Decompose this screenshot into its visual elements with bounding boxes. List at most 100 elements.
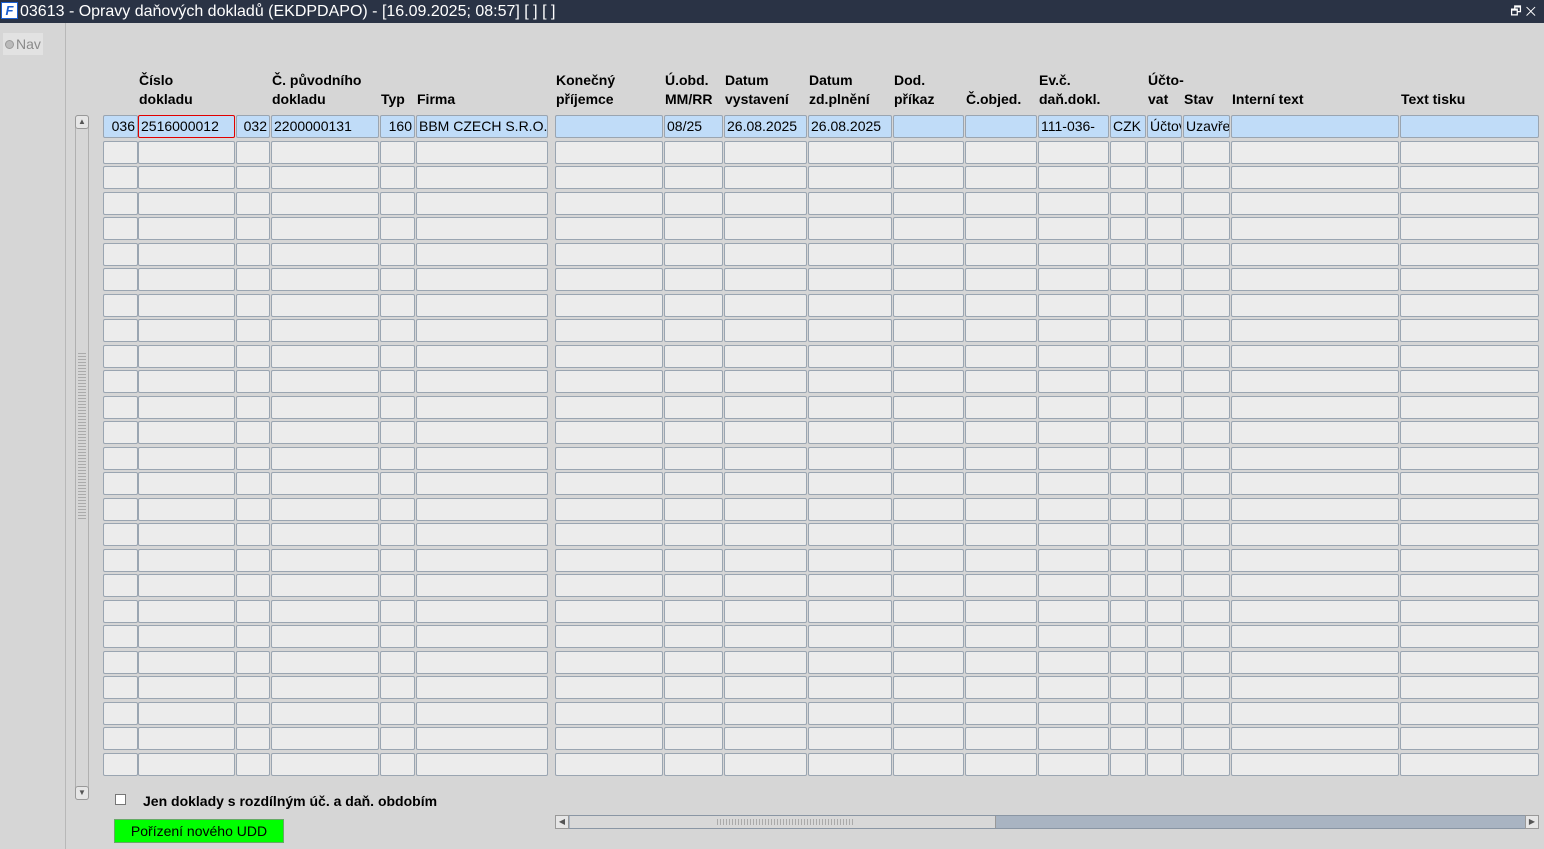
table-cell[interactable] [808, 217, 892, 240]
table-cell[interactable] [555, 472, 663, 495]
table-cell[interactable] [1183, 242, 1230, 266]
table-cell[interactable] [103, 599, 138, 623]
table-cell[interactable] [555, 701, 663, 725]
table-cell[interactable] [555, 727, 663, 750]
table-cell[interactable] [1038, 242, 1109, 266]
table-cell[interactable] [1231, 395, 1399, 419]
table-cell[interactable] [724, 727, 807, 750]
table-cell[interactable] [236, 752, 270, 776]
table-cell[interactable] [965, 370, 1037, 393]
table-cell[interactable] [893, 421, 964, 444]
table-cell[interactable] [1147, 497, 1182, 521]
table-cell[interactable] [138, 752, 235, 776]
table-cell[interactable] [236, 319, 270, 342]
table-cell[interactable] [1110, 268, 1146, 291]
table-cell[interactable] [138, 523, 235, 546]
table-cell[interactable] [380, 548, 415, 572]
table-cell[interactable] [664, 319, 723, 342]
table-cell[interactable] [271, 166, 379, 189]
table-cell[interactable] [555, 574, 663, 597]
table-cell[interactable] [808, 727, 892, 750]
table-cell[interactable] [1231, 115, 1399, 138]
table-cell[interactable] [416, 523, 548, 546]
table-cell[interactable] [103, 676, 138, 699]
table-cell[interactable] [893, 752, 964, 776]
table-cell[interactable] [664, 344, 723, 368]
table-cell[interactable] [103, 319, 138, 342]
table-cell[interactable] [1038, 523, 1109, 546]
table-cell[interactable] [808, 293, 892, 317]
table-cell[interactable] [808, 446, 892, 470]
table-cell[interactable] [138, 599, 235, 623]
table-cell[interactable] [1231, 574, 1399, 597]
table-cell[interactable] [236, 140, 270, 164]
table-cell[interactable] [965, 140, 1037, 164]
table-cell[interactable] [1231, 344, 1399, 368]
table-cell[interactable] [1147, 548, 1182, 572]
table-cell[interactable] [893, 523, 964, 546]
table-cell[interactable] [965, 497, 1037, 521]
table-cell[interactable] [1183, 191, 1230, 215]
table-cell[interactable] [808, 268, 892, 291]
table-cell[interactable] [965, 727, 1037, 750]
table-cell[interactable] [138, 395, 235, 419]
table-cell[interactable] [1038, 191, 1109, 215]
table-cell[interactable]: 036 [103, 115, 138, 138]
table-cell[interactable] [1183, 497, 1230, 521]
table-cell[interactable] [1183, 650, 1230, 674]
table-cell[interactable] [893, 344, 964, 368]
table-cell[interactable] [1147, 242, 1182, 266]
table-cell[interactable] [416, 472, 548, 495]
table-cell[interactable] [555, 140, 663, 164]
table-cell[interactable] [1147, 395, 1182, 419]
table-cell[interactable] [808, 242, 892, 266]
table-cell[interactable] [664, 752, 723, 776]
table-cell[interactable] [1183, 599, 1230, 623]
table-cell[interactable] [1183, 268, 1230, 291]
table-cell[interactable] [103, 727, 138, 750]
table-cell[interactable] [271, 319, 379, 342]
table-cell[interactable] [1231, 497, 1399, 521]
table-cell[interactable] [965, 548, 1037, 572]
table-cell[interactable] [555, 421, 663, 444]
table-cell[interactable] [1231, 523, 1399, 546]
table-cell[interactable] [724, 217, 807, 240]
table-cell[interactable] [1183, 166, 1230, 189]
table-cell[interactable] [1400, 548, 1539, 572]
table-cell[interactable] [664, 293, 723, 317]
table-cell[interactable] [1038, 650, 1109, 674]
scroll-up-icon[interactable]: ▲ [75, 115, 89, 129]
table-cell[interactable] [380, 140, 415, 164]
table-cell[interactable] [416, 242, 548, 266]
table-cell[interactable] [138, 472, 235, 495]
table-cell[interactable] [1147, 421, 1182, 444]
table-cell[interactable] [138, 676, 235, 699]
table-cell[interactable] [138, 268, 235, 291]
table-cell[interactable] [893, 293, 964, 317]
table-cell[interactable] [236, 293, 270, 317]
table-cell[interactable] [1400, 166, 1539, 189]
table-cell[interactable] [138, 497, 235, 521]
table-cell[interactable] [724, 625, 807, 648]
table-cell[interactable] [1231, 421, 1399, 444]
table-cell[interactable] [416, 140, 548, 164]
table-cell[interactable] [1147, 727, 1182, 750]
table-cell[interactable] [1110, 727, 1146, 750]
table-cell[interactable] [103, 625, 138, 648]
table-cell[interactable] [1110, 242, 1146, 266]
table-cell[interactable] [724, 676, 807, 699]
table-cell[interactable] [416, 676, 548, 699]
table-cell[interactable] [965, 344, 1037, 368]
table-cell[interactable] [1038, 395, 1109, 419]
table-cell[interactable] [808, 344, 892, 368]
table-cell[interactable] [724, 548, 807, 572]
table-cell[interactable] [965, 472, 1037, 495]
table-cell[interactable] [1110, 599, 1146, 623]
table-cell[interactable] [808, 140, 892, 164]
table-cell[interactable] [138, 446, 235, 470]
table-cell[interactable] [808, 472, 892, 495]
table-cell[interactable] [1110, 395, 1146, 419]
table-cell[interactable] [965, 676, 1037, 699]
table-cell[interactable] [555, 497, 663, 521]
table-cell[interactable] [965, 701, 1037, 725]
